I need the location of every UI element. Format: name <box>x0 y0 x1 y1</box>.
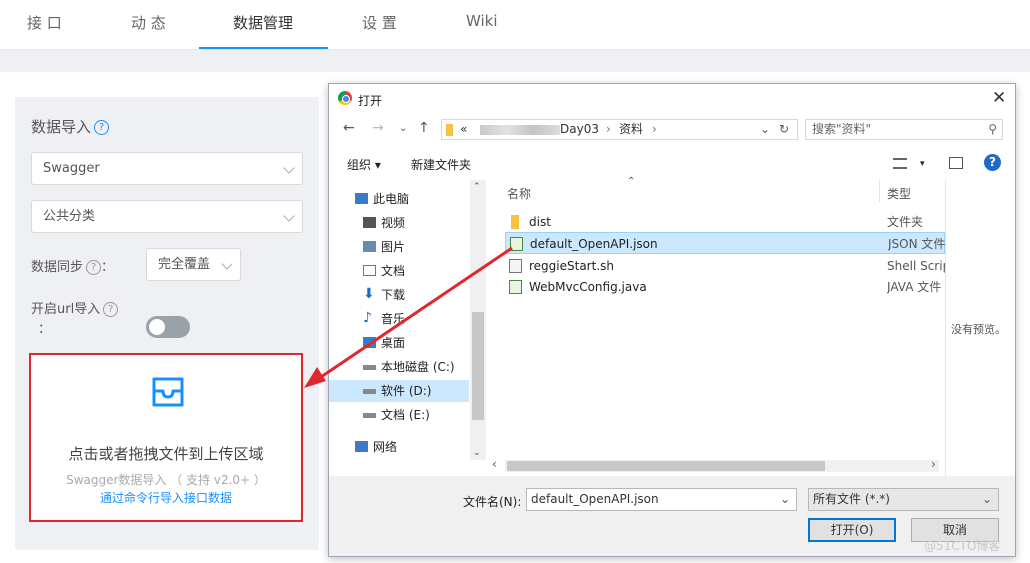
red-arrow-annotation <box>304 246 513 388</box>
watermark: @51CTO博客 <box>924 539 1001 553</box>
